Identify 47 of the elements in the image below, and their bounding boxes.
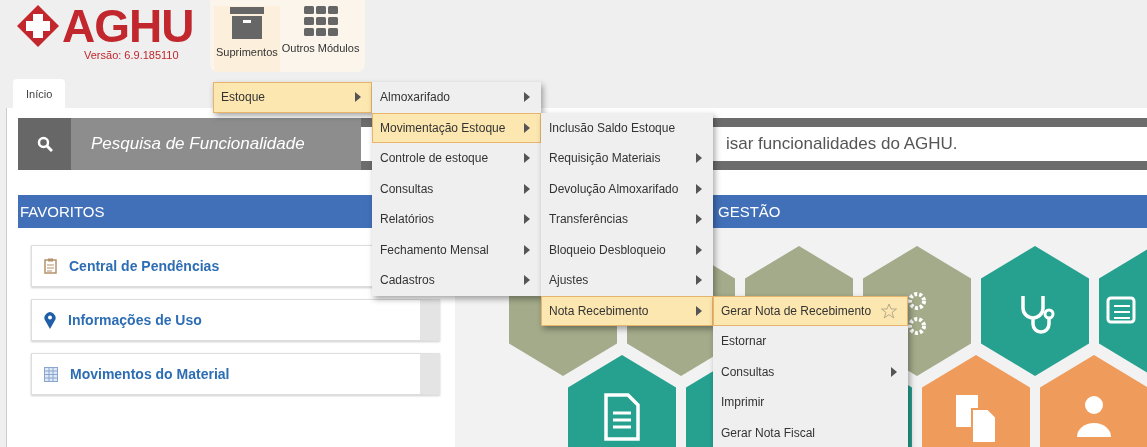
menu-item[interactable]: Bloqueio Desbloqueio bbox=[541, 234, 713, 265]
tab[interactable]: Início bbox=[13, 79, 66, 108]
submenu-arrow-icon bbox=[891, 366, 897, 377]
submenu-arrow-icon bbox=[524, 183, 530, 194]
grid-icon bbox=[303, 6, 338, 36]
module-button[interactable]: Suprimentos bbox=[214, 6, 280, 72]
menu-item[interactable]: Estornar bbox=[713, 326, 908, 357]
module-tile[interactable] bbox=[568, 355, 676, 447]
module-tile[interactable] bbox=[922, 355, 1030, 447]
version-text: Versão: 6.9.185110 bbox=[84, 49, 180, 61]
table-icon bbox=[44, 366, 58, 382]
submenu-arrow-icon bbox=[696, 275, 702, 286]
module-button[interactable]: Outros Módulos bbox=[279, 6, 362, 72]
menu-item[interactable]: Imprimir bbox=[713, 387, 908, 418]
submenu-arrow-icon bbox=[524, 153, 530, 164]
submenu-arrow-icon bbox=[696, 305, 702, 316]
menu-item[interactable]: Consultas bbox=[713, 356, 908, 387]
menu-item[interactable]: Gerar Nota Fiscal bbox=[713, 417, 908, 447]
menu-item[interactable]: Nota Recebimento bbox=[541, 295, 713, 326]
submenu-arrow-icon bbox=[524, 214, 530, 225]
submenu-arrow-icon bbox=[524, 244, 530, 255]
archive-box-icon bbox=[228, 6, 265, 40]
submenu-arrow-icon bbox=[355, 92, 361, 103]
logo-text: AGHU bbox=[62, 4, 194, 48]
search-button[interactable] bbox=[18, 118, 71, 170]
submenu-arrow-icon bbox=[696, 244, 702, 255]
favorite-link[interactable]: Informações de Uso bbox=[31, 299, 440, 341]
menu-item[interactable]: Ajustes bbox=[541, 265, 713, 296]
menu-item[interactable]: Almoxarifado bbox=[372, 82, 541, 113]
submenu-arrow-icon bbox=[696, 183, 702, 194]
menu-item[interactable]: Movimentação Estoque bbox=[372, 112, 541, 143]
module-tile[interactable] bbox=[981, 246, 1089, 376]
menu-item[interactable]: Estoque bbox=[213, 82, 372, 113]
submenu-arrow-icon bbox=[696, 153, 702, 164]
cross-diamond-logo-icon bbox=[16, 4, 60, 48]
search-label: Pesquisa de Funcionalidade bbox=[71, 118, 361, 170]
pin-icon bbox=[44, 311, 56, 329]
clipboard-icon bbox=[44, 258, 57, 274]
submenu-arrow-icon bbox=[524, 275, 530, 286]
star-icon[interactable] bbox=[881, 302, 897, 319]
favorite-link[interactable]: Movimentos do Material bbox=[31, 353, 440, 395]
submenu-arrow-icon bbox=[696, 214, 702, 225]
menu-item[interactable]: Gerar Nota de Recebimento bbox=[713, 295, 908, 326]
submenu-arrow-icon bbox=[524, 92, 530, 103]
search-icon bbox=[36, 136, 53, 152]
submenu-arrow-icon bbox=[524, 122, 530, 133]
module-tile[interactable] bbox=[1040, 355, 1147, 447]
